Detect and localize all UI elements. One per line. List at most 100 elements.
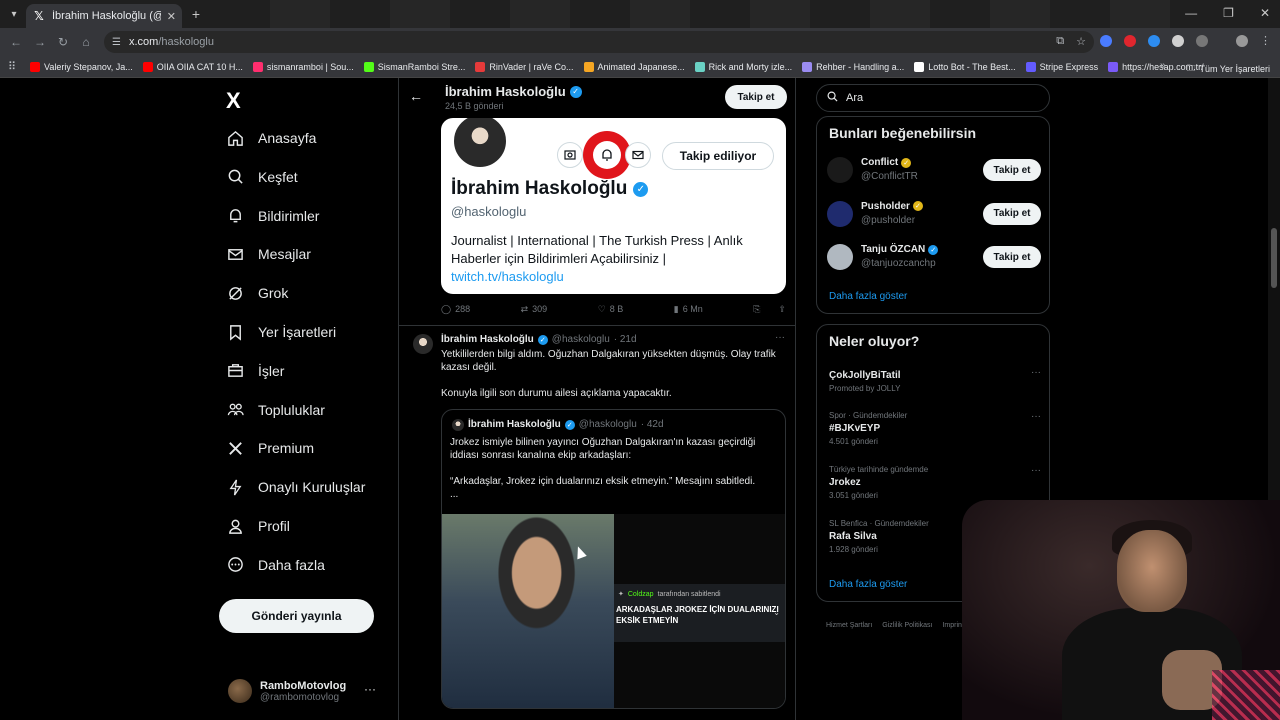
url-input[interactable]: ☰ x.com/haskologlu ⧉ ☆ <box>104 31 1094 53</box>
bookmark-item[interactable]: RinVader | raVe Co... <box>475 61 574 72</box>
follow-button[interactable]: Takip et <box>983 202 1041 225</box>
nav-item-label: Mesajlar <box>258 246 311 263</box>
tweet-time[interactable]: · 21d <box>614 334 637 345</box>
home-icon <box>226 129 244 147</box>
trend-more-icon[interactable]: ··· <box>1031 367 1041 378</box>
follow-button[interactable]: Takip et <box>983 159 1041 181</box>
site-info-icon[interactable]: ☰ <box>112 37 121 48</box>
profile-avatar[interactable] <box>1236 35 1248 47</box>
forward-icon[interactable]: → <box>32 34 48 50</box>
nav-item-people[interactable]: Topluluklar <box>226 396 325 424</box>
tab-list-chevron-icon[interactable]: ▾ <box>4 4 24 24</box>
scrollbar-thumb[interactable] <box>1271 228 1277 288</box>
bookmark-item[interactable]: Lotto Bot - The Best... <box>914 61 1016 72</box>
follow-button[interactable]: Takip et <box>725 85 787 109</box>
maximize-icon[interactable]: ❐ <box>1223 6 1234 20</box>
tab-close-icon[interactable]: ✕ <box>167 10 176 23</box>
new-tab-button[interactable]: + <box>188 6 204 22</box>
tweet-author[interactable]: İbrahim Haskoloğlu <box>441 334 534 345</box>
extension-icon[interactable] <box>1100 35 1112 47</box>
quoted-tweet[interactable]: İbrahim Haskoloğlu ✓ @haskologlu · 42d J… <box>441 409 786 709</box>
who-to-follow-item[interactable]: Pusholder ✓ @pusholder Takip et <box>827 199 1041 231</box>
repost-action[interactable]: ⇄ 309 <box>521 302 548 316</box>
header-post-count: 24,5 B gönderi <box>445 101 504 111</box>
show-more-trends-link[interactable]: Daha fazla göster <box>829 579 907 590</box>
back-arrow-icon[interactable]: ← <box>409 88 423 104</box>
avatar[interactable] <box>451 118 509 170</box>
nav-item-briefcase[interactable]: İşler <box>226 357 284 385</box>
trend-more-icon[interactable]: ··· <box>1031 465 1041 476</box>
quote-screenshot[interactable]: ✦ Coldzap tarafından sabitlendi ARKADAŞL… <box>614 514 785 708</box>
media-icon[interactable] <box>557 142 583 168</box>
avatar[interactable] <box>827 200 853 227</box>
trend-more-icon[interactable]: ··· <box>1031 411 1041 422</box>
bookmark-item[interactable]: Animated Japanese... <box>583 61 685 72</box>
all-bookmarks-folder[interactable]: 🗀 Tüm Yer İşaretleri <box>1186 61 1270 77</box>
nav-item-bookmark[interactable]: Yer İşaretleri <box>226 318 336 346</box>
bookmark-star-icon[interactable]: ☆ <box>1076 35 1086 48</box>
close-window-icon[interactable]: ✕ <box>1260 6 1270 20</box>
footer-link[interactable]: Imprint <box>942 622 963 629</box>
account-switcher[interactable]: RamboMotovlog @rambomotovlog ··· <box>228 674 388 708</box>
nav-item-x[interactable]: Premium <box>226 434 314 462</box>
bookmark-item[interactable]: SismanRamboi Stre... <box>363 61 465 72</box>
trend-item[interactable]: Spor · Gündemdekiler #BJKvEYP 4.501 gönder… <box>829 411 1041 446</box>
install-app-icon[interactable]: ⧉ <box>1056 35 1064 48</box>
extension-icon[interactable] <box>1148 35 1160 47</box>
bookmark-icon[interactable]: ⎘ <box>753 304 760 315</box>
avatar[interactable] <box>827 157 853 183</box>
views-action[interactable]: ▮ 6 Mn <box>674 302 703 316</box>
share-icon[interactable]: ⇪ <box>778 304 786 315</box>
nav-item-mail[interactable]: Mesajlar <box>226 240 311 268</box>
puzzle-icon[interactable] <box>1196 35 1208 47</box>
bookmark-label: Stripe Express <box>1039 61 1099 72</box>
extension-shield-icon[interactable] <box>1172 35 1184 47</box>
browser-tab-active[interactable]: 𝕏 İbrahim Haskoloğlu (@haskolo ✕ <box>26 4 182 28</box>
browser-menu-icon[interactable]: ⋮ <box>1260 35 1271 47</box>
nav-item-person[interactable]: Profil <box>226 512 290 540</box>
back-icon[interactable]: ← <box>8 34 24 50</box>
nav-item-lightning[interactable]: Onaylı Kuruluşlar <box>226 473 365 501</box>
follow-button[interactable]: Takip et <box>983 246 1041 268</box>
bookmarks-overflow-icon[interactable]: » <box>1160 60 1166 71</box>
trend-item[interactable]: Türkiye tarihinde gündemde Jrokez 3.051 gö… <box>829 465 1041 500</box>
who-to-follow-item[interactable]: Tanju ÖZCAN ✓ @tanjuozcanchp Takip et <box>827 242 1041 274</box>
post-button[interactable]: Gönderi yayınla <box>219 599 374 633</box>
reload-icon[interactable]: ↻ <box>55 34 71 50</box>
bookmark-item[interactable]: Stripe Express <box>1025 61 1099 72</box>
nav-item-home[interactable]: Anasayfa <box>226 124 316 152</box>
avatar[interactable] <box>413 334 433 354</box>
bookmark-item[interactable]: Rehber - Handling a... <box>802 61 904 72</box>
bookmark-item[interactable]: OIIA OIIA CAT 10 H... <box>142 61 243 72</box>
minimize-icon[interactable]: — <box>1185 6 1197 20</box>
bookmark-item[interactable]: Valeriy Stepanov, Ja... <box>30 61 133 72</box>
avatar[interactable] <box>827 244 853 270</box>
nav-item-bell[interactable]: Bildirimler <box>226 202 319 230</box>
suggested-account-handle: @pusholder <box>861 214 916 226</box>
extension-icon[interactable] <box>1124 35 1136 47</box>
nav-item-grok[interactable]: Grok <box>226 279 288 307</box>
home-page-icon[interactable]: ⌂ <box>78 34 94 50</box>
trend-item[interactable]: ÇokJollyBiTatil Promoted by JOLLY ··· <box>829 367 1041 393</box>
search-input[interactable]: Ara <box>816 84 1050 112</box>
bookmark-item[interactable]: Rick and Morty izle... <box>694 61 792 72</box>
following-button[interactable]: Takip ediliyor <box>662 142 774 170</box>
footer-link[interactable]: Hizmet Şartları <box>826 622 872 629</box>
x-logo-icon[interactable]: X <box>226 88 241 114</box>
message-icon[interactable] <box>625 142 651 168</box>
bio-link[interactable]: twitch.tv/haskologlu <box>451 269 564 284</box>
footer-link[interactable]: Gizlilik Politikası <box>882 622 932 629</box>
quote-photo[interactable] <box>442 514 614 708</box>
heart-icon: ♡ <box>597 303 606 314</box>
nav-item-more-circle[interactable]: Daha fazla <box>226 551 325 579</box>
apps-grid-icon[interactable]: ⠿ <box>8 60 30 73</box>
tweet-more-icon[interactable]: ··· <box>775 332 785 343</box>
more-icon[interactable]: ··· <box>364 682 376 696</box>
reply-action[interactable]: ◯ 288 <box>441 302 470 316</box>
like-action[interactable]: ♡ 8 B <box>598 302 624 316</box>
notification-bell-button[interactable] <box>583 131 631 179</box>
who-to-follow-item[interactable]: Conflict ✓ @ConflictTR Takip et <box>827 155 1041 187</box>
show-more-link[interactable]: Daha fazla göster <box>829 291 907 302</box>
bookmark-item[interactable]: sismanramboi | Sou... <box>252 61 354 72</box>
nav-item-search[interactable]: Keşfet <box>226 163 298 191</box>
